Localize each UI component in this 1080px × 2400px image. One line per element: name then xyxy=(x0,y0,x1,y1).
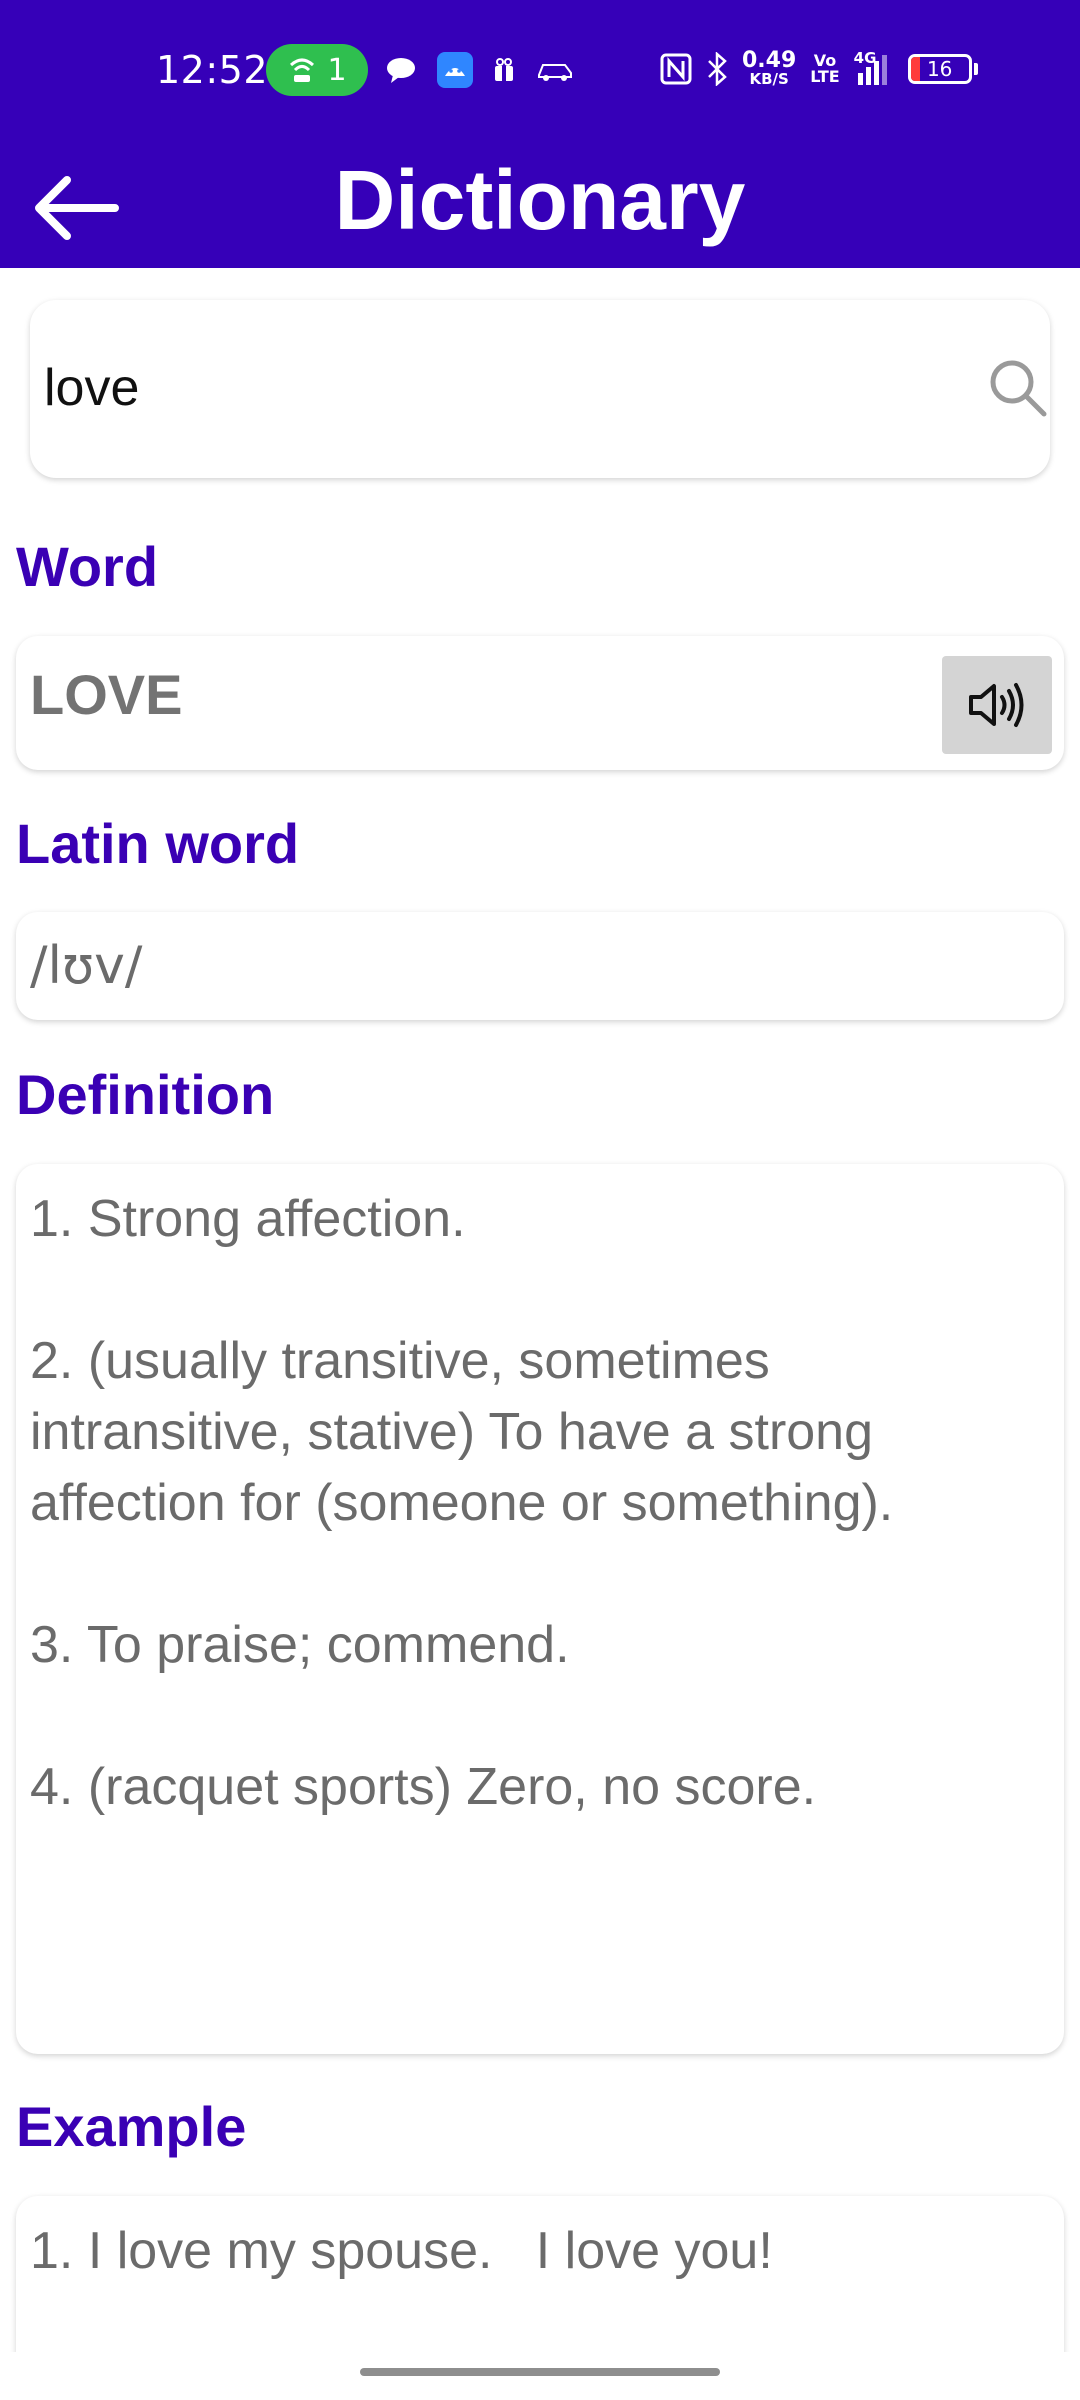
definition-label: Definition xyxy=(16,1063,275,1126)
notification-icons xyxy=(385,52,575,88)
latin-word-label: Latin word xyxy=(16,812,300,875)
definition-item: 3. To praise; commend. xyxy=(30,1616,570,1674)
speaker-icon xyxy=(969,683,1024,727)
battery-fill xyxy=(910,56,920,81)
net-speed-value: 0.49 xyxy=(742,48,797,73)
pronounce-button[interactable] xyxy=(942,656,1052,754)
definition-item: 2. (usually transitive, sometimes intran… xyxy=(30,1332,894,1532)
search-button[interactable] xyxy=(976,346,1060,430)
battery-level: 16 xyxy=(926,56,953,81)
word-label: Word xyxy=(16,535,159,598)
definition-card: 1. Strong affection. 2. (usually transit… xyxy=(16,1164,1064,2054)
definition-item: 1. Strong affection. xyxy=(30,1190,466,1248)
page-title: Dictionary xyxy=(334,153,746,247)
definition-text: 1. Strong affection. 2. (usually transit… xyxy=(30,1184,1040,1823)
search-icon xyxy=(990,360,1047,417)
hotspot-icon xyxy=(290,58,315,82)
hotspot-badge: 1 xyxy=(266,44,368,96)
net-speed: 0.49 KB/S xyxy=(742,50,796,87)
word-card: LOVE xyxy=(16,636,1064,770)
search-input[interactable] xyxy=(44,338,924,438)
net-speed-unit: KB/S xyxy=(749,70,789,88)
chat-bubble-icon xyxy=(387,58,415,83)
status-bar: 12:52 1 0.49 KB/S Vo LTE 4G 16 xyxy=(0,0,1080,140)
signal-icon xyxy=(857,54,887,85)
search-card xyxy=(30,300,1050,478)
bluetooth-icon xyxy=(708,51,727,86)
hotspot-count: 1 xyxy=(327,52,347,88)
example-text: 1. I love my spouse. I love you! xyxy=(30,2222,773,2280)
car-icon xyxy=(538,64,572,81)
android-app-icon xyxy=(437,52,473,88)
battery-icon: 16 xyxy=(907,53,972,84)
volte-indicator: Vo LTE xyxy=(810,52,840,86)
home-indicator[interactable] xyxy=(360,2368,720,2376)
battery: 16 xyxy=(907,53,978,84)
word-value: LOVE xyxy=(30,663,183,726)
battery-tip xyxy=(973,62,978,75)
status-time: 12:52 xyxy=(156,48,269,92)
navigation-bar xyxy=(0,2352,1080,2400)
system-icons: 0.49 KB/S Vo LTE 4G 16 xyxy=(660,49,978,87)
volte-bottom: LTE xyxy=(810,66,840,86)
nfc-icon xyxy=(660,53,692,84)
latin-word-card: /lʊv/ xyxy=(16,912,1064,1020)
definition-item: 4. (racquet sports) Zero, no score. xyxy=(30,1758,817,1816)
latin-word-value: /lʊv/ xyxy=(30,936,143,996)
example-label: Example xyxy=(16,2095,247,2158)
gift-icon xyxy=(495,58,513,81)
signal-indicator: 4G xyxy=(854,49,894,87)
